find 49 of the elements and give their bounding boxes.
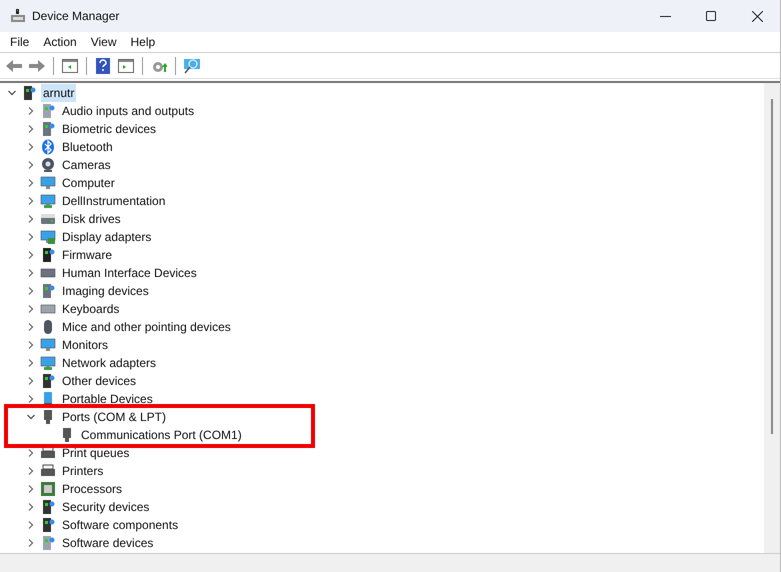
bluetooth-icon xyxy=(40,139,56,155)
chevron-down-icon[interactable] xyxy=(7,88,17,98)
tree-item[interactable]: Bluetooth xyxy=(60,138,115,156)
chevron-down-icon[interactable] xyxy=(26,412,36,422)
menu-item[interactable]: Help xyxy=(124,33,162,51)
display-card-icon xyxy=(40,229,56,245)
tree-item[interactable]: Imaging devices xyxy=(60,282,151,300)
tree-item[interactable]: Audio inputs and outputs xyxy=(60,102,196,120)
tree-item[interactable]: Processors xyxy=(60,480,124,498)
device-icon xyxy=(40,373,56,389)
maximize-icon xyxy=(706,11,716,21)
menu-item[interactable]: File xyxy=(4,33,36,51)
window-title: Device Manager xyxy=(32,8,120,25)
tree-item[interactable]: Biometric devices xyxy=(60,120,158,138)
tree-item[interactable]: Network adapters xyxy=(60,354,158,372)
tree-item[interactable]: Computer xyxy=(60,174,117,192)
tree-item[interactable]: DellInstrumentation xyxy=(60,192,168,210)
close-icon xyxy=(752,10,762,22)
network-icon xyxy=(40,193,56,209)
tree-item[interactable]: Software components xyxy=(60,516,180,534)
processor-icon xyxy=(40,481,56,497)
network-icon xyxy=(40,355,56,371)
tree-item[interactable]: Portable Devices xyxy=(60,390,155,408)
tree-item[interactable]: Communications Port (COM1) xyxy=(79,426,244,444)
tree-item[interactable]: Other devices xyxy=(60,372,138,390)
device-icon xyxy=(40,535,56,551)
tree-item[interactable]: Mice and other pointing devices xyxy=(60,318,233,336)
tree-item[interactable]: Cameras xyxy=(60,156,113,174)
menu-item[interactable]: View xyxy=(84,33,122,51)
tree-item[interactable]: Print queues xyxy=(60,444,132,462)
tree-item[interactable]: Disk drives xyxy=(60,210,123,228)
tree-item[interactable]: Security devices xyxy=(60,498,152,516)
tree-item[interactable]: Printers xyxy=(60,462,106,480)
tree-item[interactable]: arnutr xyxy=(41,84,76,102)
menu-item[interactable]: Action xyxy=(37,33,83,51)
tree-item[interactable]: Monitors xyxy=(60,336,110,354)
scrollbar[interactable] xyxy=(764,83,780,553)
tree-item[interactable]: Human Interface Devices xyxy=(60,264,199,282)
printer-icon xyxy=(40,445,56,461)
tree-item[interactable]: Keyboards xyxy=(60,300,122,318)
drive-icon xyxy=(40,211,56,227)
tree-item[interactable]: Ports (COM & LPT) xyxy=(60,408,168,426)
tree-item[interactable]: Firmware xyxy=(60,246,114,264)
monitor-icon xyxy=(40,175,56,191)
webcam-icon xyxy=(40,157,56,173)
tree-item[interactable]: Display adapters xyxy=(60,228,154,246)
monitor-icon xyxy=(40,337,56,353)
tree-item[interactable]: Software devices xyxy=(60,534,156,552)
printer-icon xyxy=(40,463,56,479)
